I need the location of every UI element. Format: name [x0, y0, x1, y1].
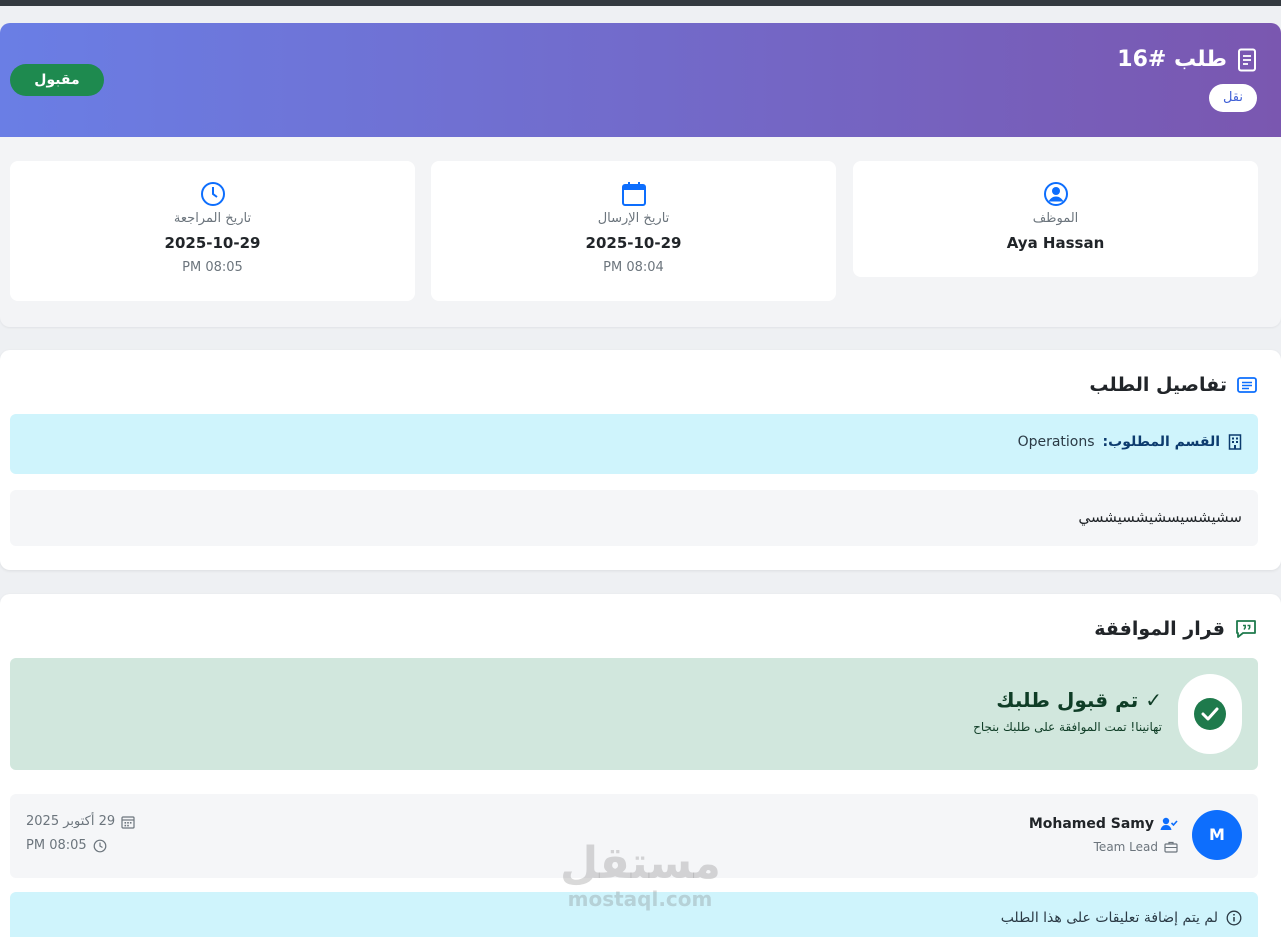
avatar: M [1192, 810, 1242, 860]
reviewed-date: 2025-10-29 [164, 234, 261, 252]
no-comments-text: لم يتم إضافة تعليقات على هذا الطلب [1000, 910, 1218, 926]
description-box: سشيشسيسشيشسيشسي [10, 490, 1258, 546]
request-details-section: تفاصيل الطلب القسم المطلوب: Operations س… [0, 350, 1281, 570]
description-text: سشيشسيسشيشسيشسي [1078, 508, 1242, 526]
details-title: تفاصيل الطلب [1089, 374, 1257, 396]
info-panel: الموظف Aya Hassan تاريخ الإرسال 2025-10-… [0, 137, 1281, 327]
user-circle-icon [853, 181, 1258, 207]
employee-card: الموظف Aya Hassan [853, 161, 1258, 277]
employee-label: الموظف [1032, 211, 1079, 226]
department-value: Operations [1017, 434, 1095, 450]
request-title: طلب #16 [1117, 47, 1257, 72]
no-comments-alert: لم يتم إضافة تعليقات على هذا الطلب [10, 892, 1258, 937]
check-circle-icon [1178, 674, 1242, 754]
building-icon [1228, 434, 1242, 450]
submitted-label: تاريخ الإرسال [597, 211, 670, 226]
status-badge: مقبول [10, 64, 104, 96]
request-header: طلب #16 نقل مقبول [0, 23, 1281, 137]
employee-name: Aya Hassan [1006, 234, 1105, 252]
department-box: القسم المطلوب: Operations [10, 414, 1258, 474]
approved-alert: ✓ تم قبول طلبك تهانينا! تمت الموافقة على… [10, 658, 1258, 770]
approved-title: ✓ تم قبول طلبك [996, 688, 1162, 712]
clock-icon [10, 181, 415, 207]
chat-quote-icon [1235, 619, 1257, 639]
page-title: طلب #16 [1117, 47, 1227, 72]
reviewed-date-card: تاريخ المراجعة 2025-10-29 PM 08:05 [10, 161, 415, 301]
reviewer-name: Mohamed Samy [1029, 816, 1178, 832]
calendar-icon [431, 181, 836, 207]
reviewed-time: PM 08:05 [182, 260, 243, 275]
review-date: 29 أكتوبر 2025 [26, 814, 135, 829]
request-type-badge: نقل [1208, 84, 1257, 112]
reviewer-role: Team Lead [1094, 840, 1178, 854]
calendar-grid-icon [121, 815, 135, 829]
approval-decision-section: قرار الموافقة ✓ تم قبول طلبك تهانينا! تم… [0, 594, 1281, 937]
submitted-time: PM 08:04 [603, 260, 664, 275]
briefcase-icon [1164, 841, 1178, 853]
clock-icon [93, 839, 107, 853]
list-alt-icon [1237, 377, 1257, 393]
review-time: PM 08:05 [26, 838, 107, 853]
reviewer-card: M Mohamed Samy Team Lead 29 أكتوبر 2025 … [10, 794, 1258, 878]
department-label: القسم المطلوب: [1102, 434, 1220, 450]
submitted-date-card: تاريخ الإرسال 2025-10-29 PM 08:04 [431, 161, 836, 301]
user-check-icon [1160, 817, 1178, 831]
info-circle-icon [1226, 910, 1242, 926]
decision-title: قرار الموافقة [1094, 618, 1257, 640]
reviewed-label: تاريخ المراجعة [173, 211, 252, 226]
top-bar [0, 0, 1281, 6]
approved-message: تهانينا! تمت الموافقة على طلبك بنجاح [973, 720, 1162, 734]
submitted-date: 2025-10-29 [585, 234, 682, 252]
document-icon [1237, 48, 1257, 72]
